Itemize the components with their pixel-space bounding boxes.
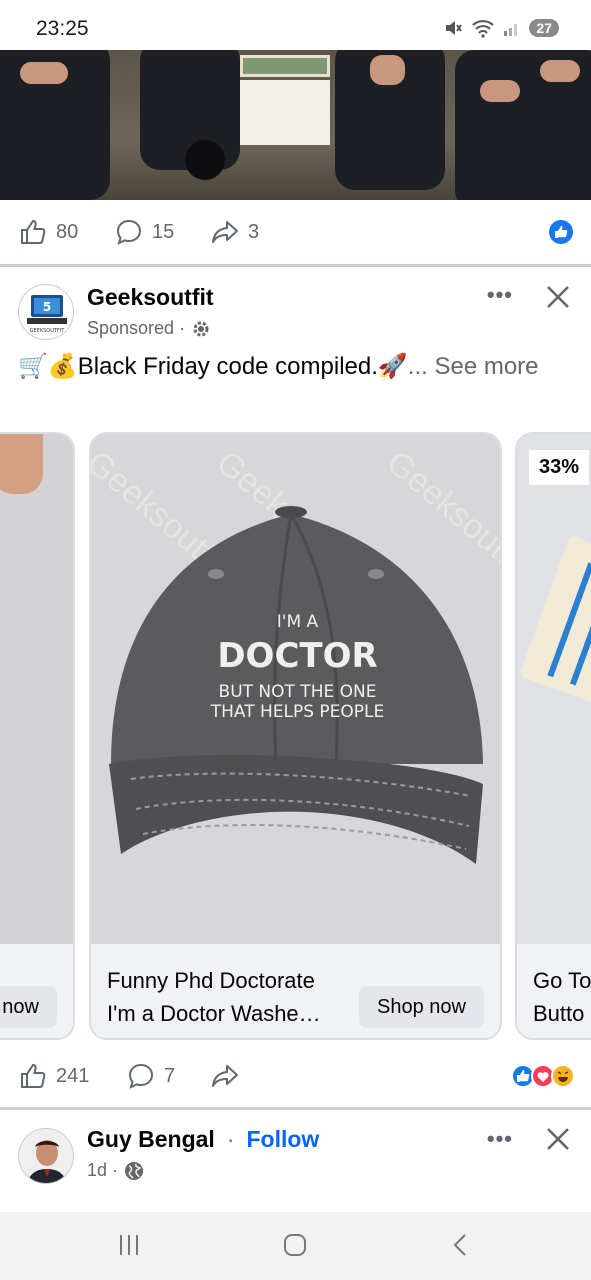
- comment-icon: [128, 1063, 154, 1089]
- mute-icon: [446, 21, 463, 35]
- like-button[interactable]: 241: [18, 1061, 89, 1091]
- cap-print: I'M A DOCTOR BUT NOT THE ONE THAT HELPS …: [210, 612, 385, 722]
- status-icons: 27: [443, 18, 559, 38]
- see-more-link[interactable]: ... See more: [408, 353, 539, 380]
- sponsored-meta: Sponsored ·: [87, 318, 211, 339]
- carousel-card-prev[interactable]: now: [0, 432, 75, 1040]
- previous-post-actions: 80 15 3: [0, 200, 591, 264]
- haha-reaction-icon: [551, 1064, 575, 1088]
- like-count: 241: [56, 1064, 90, 1087]
- share-icon: [212, 221, 238, 243]
- svg-text:5: 5: [43, 300, 51, 314]
- ad-carousel[interactable]: now Geeksoutfit Geeksoutfit Geeksoutfit …: [0, 432, 591, 1042]
- close-icon[interactable]: [543, 1124, 573, 1154]
- previous-post-photo[interactable]: [0, 50, 591, 200]
- ad-post-header: 5 GEEKSOUTFIT Geeksoutfit Sponsored · ••…: [0, 280, 591, 350]
- svg-text:GEEKSOUTFIT: GEEKSOUTFIT: [30, 328, 66, 334]
- close-icon[interactable]: [543, 282, 573, 312]
- follow-button[interactable]: Follow: [246, 1126, 319, 1153]
- sponsored-label: Sponsored ·: [87, 318, 186, 338]
- geeksoutfit-logo-icon: 5 GEEKSOUTFIT: [27, 295, 67, 334]
- like-button[interactable]: 80: [18, 217, 78, 247]
- ad-caption: 🛒💰Black Friday code compiled.🚀... See mo…: [18, 350, 573, 383]
- caption-emoji: 🛒💰: [18, 353, 78, 380]
- status-time: 23:25: [36, 17, 89, 40]
- author-name[interactable]: Guy Bengal: [87, 1126, 215, 1153]
- product-title[interactable]: Funny Phd Doctorate I'm a Doctor Washe…: [107, 964, 347, 1030]
- discount-badge: 33%: [529, 450, 590, 485]
- separator-dot: ·: [226, 1126, 235, 1152]
- more-options-button[interactable]: •••: [487, 1126, 513, 1152]
- wifi-icon: [472, 20, 495, 38]
- share-icon: [212, 1065, 238, 1087]
- post-divider: [0, 264, 591, 267]
- post-time: 1d ·: [87, 1160, 119, 1180]
- thumbs-up-icon: [21, 1063, 46, 1088]
- more-options-button[interactable]: •••: [487, 282, 513, 308]
- recent-apps-icon[interactable]: [116, 1232, 142, 1258]
- shop-now-button-prev[interactable]: now: [0, 986, 57, 1028]
- share-count: 3: [248, 220, 260, 243]
- advertiser-avatar[interactable]: 5 GEEKSOUTFIT: [18, 284, 74, 340]
- share-button[interactable]: [210, 1061, 240, 1091]
- like-count: 80: [56, 220, 79, 243]
- product-title-next[interactable]: Go To Butto: [533, 964, 591, 1030]
- thumbs-up-icon: [21, 219, 46, 244]
- shop-now-button[interactable]: Shop now: [359, 986, 484, 1028]
- reaction-summary[interactable]: [511, 1064, 575, 1088]
- signal-icon: [504, 24, 518, 36]
- comment-button[interactable]: 15: [114, 217, 174, 247]
- author-avatar[interactable]: [18, 1128, 74, 1184]
- ad-post-actions: 241 7: [0, 1044, 591, 1108]
- person-avatar-icon: [19, 1129, 73, 1183]
- carousel-card-main[interactable]: Geeksoutfit Geeksoutfit Geeksoutfit I'M …: [89, 432, 502, 1040]
- comment-icon: [116, 219, 142, 245]
- post-divider: [0, 1107, 591, 1110]
- advertiser-name[interactable]: Geeksoutfit: [87, 284, 214, 311]
- caption-emoji-end: 🚀: [377, 353, 408, 380]
- card-footer: Funny Phd Doctorate I'm a Doctor Washe… …: [91, 944, 500, 1038]
- globe-icon: [125, 1161, 144, 1180]
- comment-count: 7: [164, 1064, 176, 1087]
- carousel-card-next[interactable]: 33% Go To Butto: [515, 432, 591, 1040]
- back-icon[interactable]: [448, 1232, 474, 1258]
- comment-button[interactable]: 7: [126, 1061, 175, 1091]
- next-post-header: Guy Bengal · Follow 1d · •••: [0, 1124, 591, 1194]
- home-icon[interactable]: [282, 1232, 308, 1258]
- post-time-meta: 1d ·: [87, 1160, 144, 1181]
- status-bar: 23:25 27: [0, 0, 591, 50]
- caption-text: Black Friday code compiled.: [77, 353, 378, 380]
- battery-indicator: 27: [529, 19, 559, 37]
- comment-count: 15: [152, 220, 175, 243]
- product-image[interactable]: Geeksoutfit Geeksoutfit Geeksoutfit I'M …: [91, 434, 500, 944]
- system-navigation-bar: [0, 1212, 591, 1280]
- like-reaction-icon: [549, 220, 573, 244]
- author-line: Guy Bengal · Follow: [87, 1126, 319, 1153]
- gear-icon[interactable]: [191, 319, 211, 339]
- share-button[interactable]: 3: [210, 217, 259, 247]
